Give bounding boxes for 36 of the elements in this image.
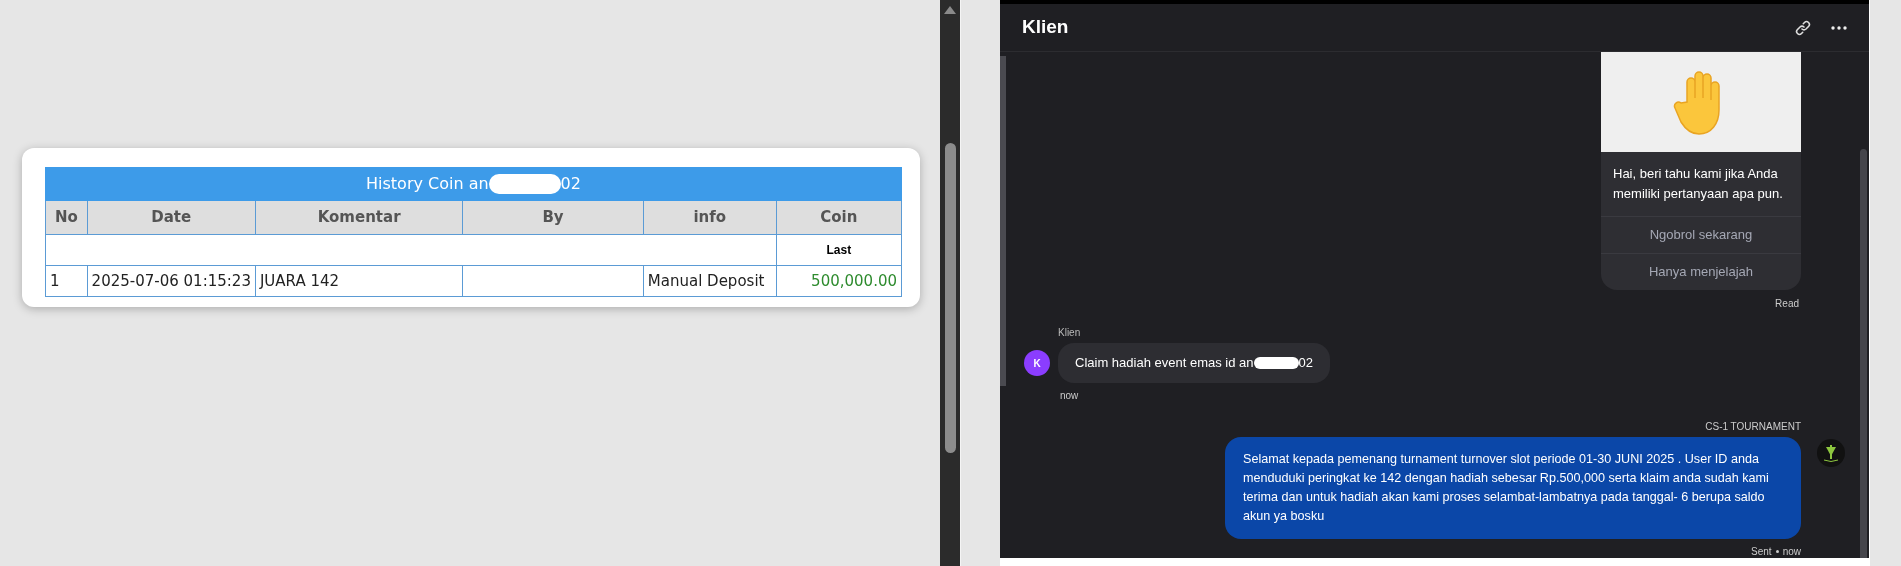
title-text: 02 [560,173,581,195]
column-header: info [643,200,777,235]
card-text: Hai, beri tahu kami jika Anda memiliki pertanyaan apa pun. [1612,165,1784,203]
title-text: History Coin an [366,173,489,195]
scrollbar[interactable] [1000,56,1006,386]
scrollbar[interactable] [1860,149,1867,558]
option-button[interactable]: Hanya menjelajah [1601,253,1801,290]
logo-icon [1817,439,1845,467]
read-status: Read [1775,297,1799,311]
chat-title: Klien [1022,15,1070,40]
column-header: No [45,200,88,235]
option-button[interactable]: Ngobrol sekarang [1601,216,1801,253]
subheader-cell: Last [776,234,902,266]
table-cell: Manual Deposit [643,265,777,297]
redaction-mark [1253,357,1299,369]
message-text: Claim hadiah event emas id an [1075,354,1254,373]
sender-name: CS-1 TOURNAMENT [1705,420,1801,434]
table-cell: 1 [45,265,88,297]
sender-name: Klien [1058,326,1082,340]
more-icon[interactable] [1831,25,1847,30]
message-text: 02 [1298,354,1313,373]
scrollbar-thumb[interactable] [944,143,956,453]
message-time: now [1060,389,1079,403]
column-header: By [462,200,644,235]
column-header: Komentar [255,200,463,235]
sent-status: Sent [1751,545,1772,559]
table-cell: 500,000.00 [776,265,902,297]
link-icon[interactable] [1795,19,1811,36]
table-cell: JUARA 142 [255,265,463,297]
avatar: K [1024,350,1050,376]
message-time: now [1782,545,1801,559]
column-header: Date [87,200,256,235]
message-bubble: Selamat kepada pemenang turnament turnover slot periode 01-30 JUNI 2025 . User ID anda menduduki peringkat ke 142 dengan hadiah sebesar Rp.500,000 serta klaim anda sudah kami terima dan untuk hadiah akan kami proses selambat-lambatnya pada tanggal- 6 berupa saldo akun ya bosku [1225,437,1801,539]
column-header: Coin [776,200,902,235]
scroll-up-icon[interactable] [944,6,956,14]
table-cell: 2025-07-06 01:15:23 [87,265,256,297]
